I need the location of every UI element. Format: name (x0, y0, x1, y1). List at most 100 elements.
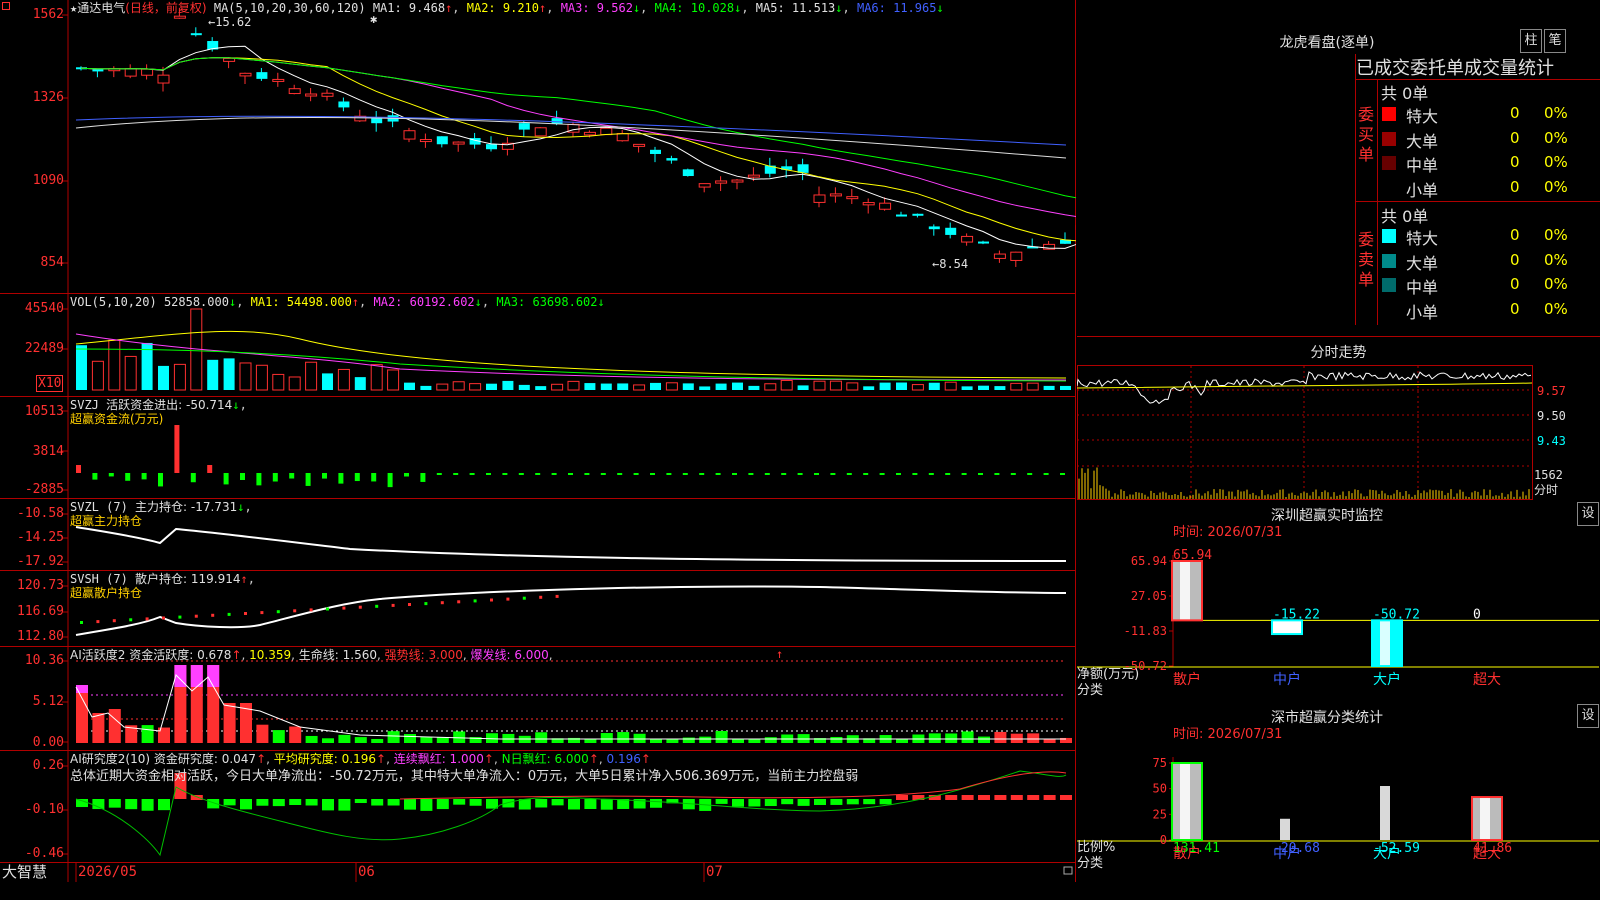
ma5-value: MA5: 11.513 (755, 1, 836, 15)
activity-bar (1027, 733, 1040, 743)
category-label: 散户 (1173, 671, 1201, 688)
retail-dot (112, 619, 116, 623)
flow-bar (666, 473, 672, 475)
candle-down (978, 241, 989, 244)
ai-activity-chart[interactable] (0, 647, 1076, 751)
volume-bar (1026, 382, 1039, 391)
volume-chart[interactable] (0, 294, 1076, 397)
research-bar (764, 799, 777, 807)
volume-bar (879, 382, 891, 390)
vol-ma1: MA1: 54498.000 (250, 295, 352, 309)
candle-down (912, 213, 924, 216)
ai-burst-line: 爆发线: 6.000 (470, 648, 549, 662)
svzj-header: SVZJ 活跃资金进出: -50.714↓, (70, 398, 247, 412)
research-bar (436, 799, 449, 810)
ai-cont-red: 连续飘红: 1.000 (393, 752, 484, 766)
activity-bar (928, 733, 941, 743)
row-name: 中单 (1406, 156, 1439, 175)
arrow-down-icon: ↓ (228, 295, 237, 309)
retail-dot (539, 595, 543, 599)
activity-bar (502, 733, 515, 743)
ai-activity-axis-label: 0.00 (32, 735, 64, 750)
candlestick-chart[interactable] (0, 0, 1076, 294)
svzl-header: SVZL (7) 主力持仓: -17.731↓, (70, 500, 252, 514)
vol-value: 52858.000 (163, 295, 229, 309)
intraday-panel[interactable]: 分时走势 9.57 9.50 9.43 1562 分时 (1077, 338, 1600, 500)
candle-down (797, 164, 809, 173)
row-pct: 0% (1544, 104, 1568, 122)
vol-ma2: MA2: 60192.602 (373, 295, 475, 309)
volume-bar (715, 383, 727, 390)
retail-dot (506, 597, 510, 601)
candle-up (419, 139, 432, 143)
sz-class-panel: 深市超赢分类统计 设 时间: 2026/07/31 75 50 25 0 131.41 散… (1077, 702, 1600, 882)
research-bar (715, 799, 728, 804)
ai-activity-label: AI活跃度2 (70, 648, 126, 662)
buy-total: 共 0单 (1381, 84, 1429, 103)
flow-bar (650, 473, 655, 475)
main-chart-area[interactable]: 1562 1326 1090 854 ★通达电气(日线，前复权) MA(5,10… (0, 0, 1076, 882)
buy-row-1: 大单 0 0% (1077, 127, 1600, 151)
candle-up (961, 235, 974, 243)
ai-activity-v2: 10.359 (249, 648, 292, 662)
svzl-label: SVZL (7) (70, 500, 128, 514)
arrow-up-icon: ↑ (483, 752, 494, 766)
sz-class-xlabel: 分类 (1077, 856, 1104, 871)
activity-bar (387, 731, 400, 743)
intraday-chart[interactable] (1077, 338, 1600, 500)
research-bar (568, 799, 580, 810)
ai-activity-axis-label: 5.12 (32, 694, 64, 709)
flow-bar (125, 473, 131, 481)
candle-down (371, 118, 383, 124)
arrow-down-icon: ↓ (232, 398, 240, 412)
flow-bar (863, 473, 869, 475)
row-pct: 0% (1544, 177, 1568, 196)
svsh-header: SVSH (7) 散户持仓: 119.914↑, (70, 572, 255, 586)
ai-nday-red: N日飘红: 6.000 (501, 752, 589, 766)
color-swatch (1382, 156, 1396, 170)
arrow-up-icon: ↑ (231, 648, 242, 662)
row-count: 0 (1510, 226, 1520, 244)
research-bar (338, 799, 351, 811)
volume-bar (846, 382, 859, 391)
flow-bar (174, 425, 180, 473)
activity-bar (650, 738, 662, 743)
price-axis-label: 1562 (32, 7, 64, 22)
volume-bar (124, 355, 137, 391)
volume-bar (813, 380, 826, 391)
sz-class-chart[interactable]: 7550250131.41散户 -20.68中户 -52.59大户 41.86超大 (1077, 702, 1600, 882)
retail-dot (276, 610, 280, 614)
bar-value-label: 65.94 (1173, 548, 1212, 563)
volume-bar (1060, 385, 1071, 390)
volume-bar (387, 369, 400, 391)
price-axis-label: 1090 (32, 173, 64, 188)
high-price-mark: ←15.62 (208, 15, 252, 29)
ai-research-axis-label: -0.10 (24, 802, 64, 817)
ai-research-chart[interactable] (0, 751, 1076, 863)
svzj-axis-label: 3814 (32, 444, 64, 459)
activity-bar (272, 730, 285, 743)
position-line (75, 526, 1067, 562)
activity-bar (600, 733, 613, 743)
candle-up (633, 143, 646, 147)
y-tick-label: 0 (1160, 833, 1167, 847)
retail-dot (145, 617, 149, 621)
volume-bar (748, 385, 760, 390)
candle-up (813, 194, 826, 203)
volume-bar (322, 373, 333, 390)
flow-bar (256, 473, 262, 486)
volume-bar (354, 377, 366, 390)
volume-bar (255, 364, 268, 391)
stock-name[interactable]: 通达电气 (77, 1, 125, 15)
flow-bar (338, 473, 344, 484)
activity-bar (682, 737, 695, 743)
candle-up (157, 74, 170, 84)
ai-research-axis-label: 0.26 (32, 758, 64, 773)
volume-bar (764, 383, 777, 391)
volume-bar (896, 382, 907, 390)
flow-bar (912, 473, 918, 475)
candle-up (862, 202, 875, 206)
period-label[interactable]: (日线，前复权) (125, 1, 206, 15)
volume-bar (404, 382, 415, 390)
sz-monitor-chart[interactable]: 65.9427.05-11.83-50.7265.94散户-15.22中户-50… (1077, 500, 1600, 702)
